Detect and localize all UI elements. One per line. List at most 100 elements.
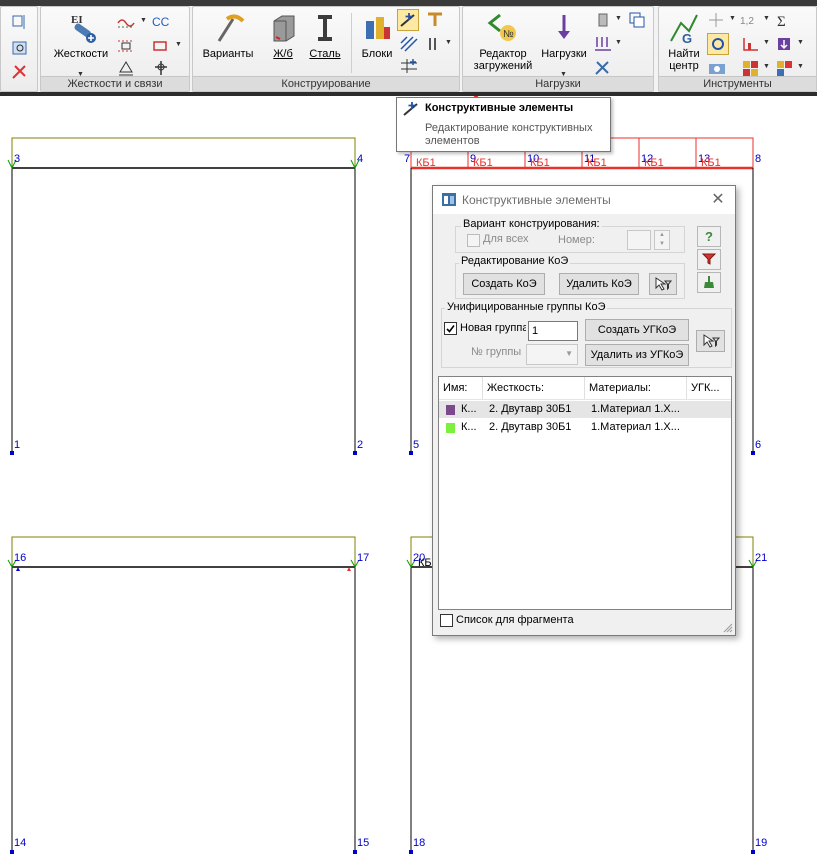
numbering-icon[interactable]: 1,2 (739, 11, 759, 29)
node-marker[interactable] (409, 451, 413, 455)
brush-button[interactable] (697, 272, 721, 293)
align-icon[interactable] (10, 13, 30, 31)
element-label: КБ1 (644, 157, 664, 169)
variant-number-spinner[interactable]: ▲ ▼ (654, 230, 670, 250)
refresh-toggle[interactable] (707, 33, 729, 55)
column-header-stiffness[interactable]: Жесткость: (483, 377, 585, 399)
node-label: 1 (14, 439, 20, 451)
node-label: 7 (404, 153, 410, 165)
new-group-input[interactable]: 1 (528, 321, 578, 341)
column-header-materials[interactable]: Материалы: (585, 377, 687, 399)
node-marker[interactable] (353, 850, 357, 854)
node-marker[interactable] (409, 850, 413, 854)
elements-list[interactable]: Имя: Жесткость: Материалы: УГК... К... 2… (438, 376, 732, 610)
node-marker[interactable] (751, 451, 755, 455)
chevron-down-icon[interactable]: ▼ (445, 39, 452, 46)
distributed-load-icon[interactable] (593, 35, 613, 53)
node-link-icon[interactable] (151, 59, 171, 77)
export-icon[interactable] (775, 35, 795, 53)
delete-koe-button[interactable]: Удалить КоЭ (559, 273, 639, 295)
help-icon: ? (705, 229, 713, 244)
chart-icon[interactable] (741, 35, 761, 53)
element-label: КБ1 (530, 157, 550, 169)
load-tools-icon[interactable] (593, 59, 613, 77)
row-material: 1.Материал 1.Х... (591, 403, 680, 415)
select-ugkoe-button[interactable] (696, 330, 725, 352)
rc-button[interactable]: Ж/б (263, 11, 303, 75)
chevron-down-icon[interactable]: ▼ (615, 39, 622, 46)
column-header-name[interactable]: Имя: (439, 377, 483, 399)
tooltip-description: Редактирование конструктивных элементов (425, 122, 593, 147)
variants-button[interactable]: Варианты (197, 11, 259, 75)
axes-icon[interactable] (707, 11, 727, 29)
chevron-down-icon[interactable]: ▼ (797, 63, 804, 70)
create-ugkoe-button[interactable]: Создать УГКоЭ (585, 319, 689, 341)
chevron-down-icon[interactable]: ▼ (140, 17, 147, 24)
blocks-icon (366, 17, 390, 39)
delete-from-ugkoe-button[interactable]: Удалить из УГКоЭ (585, 344, 689, 366)
jack-icon[interactable] (593, 11, 613, 29)
node-marker[interactable] (10, 850, 14, 854)
support-icon[interactable] (116, 59, 136, 77)
row-color-swatch (446, 405, 455, 415)
camera-icon[interactable] (707, 59, 727, 77)
constructive-elements-button[interactable] (397, 9, 419, 31)
filter-button[interactable] (697, 249, 721, 270)
fragment-list-checkbox[interactable] (440, 614, 453, 627)
beam-profile-icon[interactable] (425, 11, 445, 29)
chevron-down-icon[interactable]: ▼ (763, 15, 770, 22)
dialog-titlebar[interactable]: Конструктивные элементы ✕ (433, 186, 735, 214)
loads-button[interactable]: Нагрузки ▼ (537, 11, 591, 78)
chevron-down-icon[interactable]: ▼ (797, 39, 804, 46)
node-marker[interactable] (353, 451, 357, 455)
element-label: КБ (418, 557, 432, 569)
stiffness-button[interactable]: EI Жесткости ▼ (51, 11, 111, 78)
variant-number-input[interactable] (627, 230, 651, 250)
resize-grip-icon[interactable] (723, 623, 733, 633)
blocks-button[interactable]: Блоки (355, 11, 399, 75)
chevron-down-icon[interactable]: ▼ (175, 41, 182, 48)
zoom-frame-icon[interactable] (10, 39, 30, 57)
close-button[interactable]: ✕ (707, 189, 729, 211)
rigid-insert-icon[interactable] (151, 37, 171, 55)
grid-edit-icon[interactable] (399, 57, 419, 75)
chevron-down-icon[interactable]: ▼ (615, 15, 622, 22)
node-marker[interactable] (751, 850, 755, 854)
create-koe-button[interactable]: Создать КоЭ (463, 273, 545, 295)
select-koe-button[interactable] (649, 273, 677, 295)
for-all-checkbox[interactable] (467, 234, 480, 247)
hinge-grid-icon[interactable] (116, 37, 136, 55)
new-group-checkbox[interactable] (444, 322, 457, 335)
cross-tool-icon[interactable] (10, 63, 30, 81)
row-stiffness: 2. Двутавр 30Б1 (489, 421, 572, 433)
chevron-down-icon[interactable]: ▼ (729, 15, 736, 22)
help-button[interactable]: ? (697, 226, 721, 247)
load-editor-button[interactable]: № Редактор загружений (467, 11, 539, 75)
color-squares-icon[interactable] (741, 59, 761, 77)
table-row[interactable]: К... 2. Двутавр 30Б1 1.Материал 1.Х... (439, 419, 731, 436)
copy-load-icon[interactable] (627, 11, 647, 29)
hatch-icon[interactable] (399, 35, 419, 53)
group-number-label: № группы (471, 346, 522, 358)
link-chain-icon[interactable] (116, 13, 136, 31)
group-number-combobox[interactable]: ▼ (526, 344, 578, 365)
column-header-ugk[interactable]: УГК... (687, 377, 731, 399)
vertical-bars-icon[interactable] (425, 35, 445, 53)
frame-1: 3 4 1 2 (7, 137, 363, 455)
chevron-down-icon[interactable]: ▼ (763, 39, 770, 46)
filter-icon (702, 253, 716, 265)
find-center-button[interactable]: G Найти центр (661, 11, 707, 75)
sum-icon[interactable]: Σ (775, 11, 795, 29)
cursor-filter-icon (703, 334, 720, 348)
row-material: 1.Материал 1.Х... (591, 421, 680, 433)
node-label: 8 (755, 153, 761, 165)
chevron-down-icon[interactable]: ▼ (763, 63, 770, 70)
palette-icon[interactable] (775, 59, 795, 77)
cc-icon[interactable]: CC (151, 13, 171, 31)
table-row[interactable]: К... 2. Двутавр 30Б1 1.Материал 1.Х... (439, 401, 731, 418)
steel-button[interactable]: Сталь (305, 11, 345, 75)
variants-icon (217, 14, 245, 42)
constructive-elements-icon (400, 13, 415, 27)
node-marker[interactable] (10, 451, 14, 455)
find-center-icon: G (670, 14, 698, 45)
